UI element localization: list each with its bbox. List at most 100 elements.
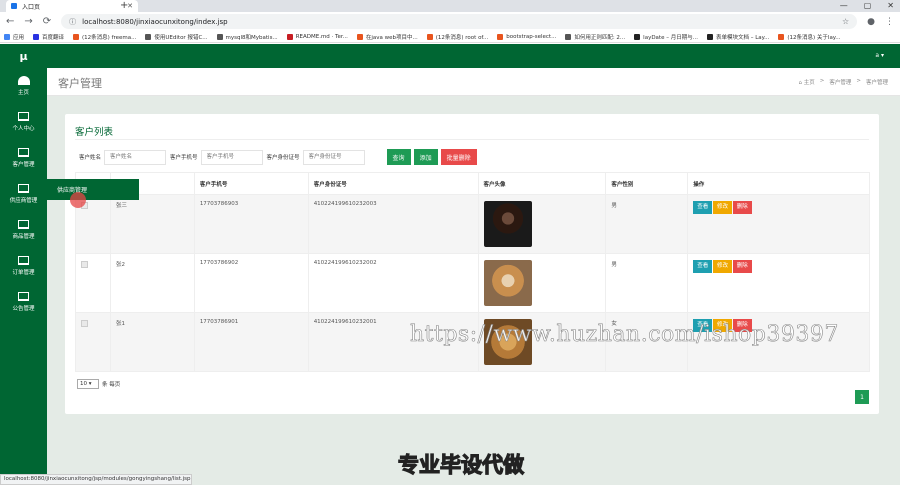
sidebar-item-label: 订单管理 xyxy=(12,270,35,276)
monitor-icon xyxy=(18,148,29,157)
site-info-icon[interactable]: ⓘ xyxy=(69,17,76,27)
column-header[interactable]: 客户身份证号 xyxy=(307,172,479,195)
dashboard-icon xyxy=(17,76,30,85)
user-menu[interactable]: a ▾ xyxy=(875,52,884,59)
column-header: 操作 xyxy=(687,172,870,195)
divider xyxy=(75,139,869,140)
customer-gender-cell: 男 xyxy=(605,194,689,254)
browser-menu-icon[interactable]: ⋮ xyxy=(885,17,894,27)
bookmark-favicon-icon xyxy=(286,33,293,40)
sidebar-item-products[interactable]: 商品管理 xyxy=(0,212,47,248)
bookmark-favicon-icon xyxy=(73,33,80,40)
bookmark-item[interactable]: 百度翻译 xyxy=(33,33,64,41)
view-button[interactable]: 查看 xyxy=(693,260,713,273)
add-button[interactable]: 添加 xyxy=(413,149,438,165)
delete-button[interactable]: 删除 xyxy=(732,260,752,273)
bookmark-item[interactable]: (12条消息) freema... xyxy=(73,33,136,41)
page-size-suffix: 条 每页 xyxy=(102,382,121,388)
bookmark-item[interactable]: (12条消息) 关于lay... xyxy=(778,33,841,41)
row-checkbox[interactable] xyxy=(81,261,88,268)
view-button[interactable]: 查看 xyxy=(693,201,713,214)
customer-phone-input[interactable] xyxy=(200,149,263,165)
bookmark-item[interactable]: 表单模块文档 – Lay... xyxy=(706,33,769,41)
sidebar-item-label: 供应商管理 xyxy=(9,198,38,204)
monitor-icon xyxy=(18,256,29,265)
page-size-select[interactable]: 10 ▾ xyxy=(77,379,99,389)
bookmark-star-icon[interactable]: ☆ xyxy=(842,17,849,26)
breadcrumb-home[interactable]: ⌂ 主页 xyxy=(799,78,815,86)
column-header[interactable]: 客户性别 xyxy=(605,172,689,195)
customer-list-card: 客户列表 客户姓名 客户手机号 客户身份证号 查询 添加 批量删除 客户姓名 客… xyxy=(65,114,879,414)
window-controls: — ▢ ✕ xyxy=(840,0,894,12)
sidebar-flyout-suppliers[interactable]: 供应商管理 xyxy=(47,179,139,200)
avatar xyxy=(483,201,532,247)
bookmark-favicon-icon xyxy=(634,33,641,40)
table-row[interactable]: 张2 17703786902 410224199610232002 男 查看 修… xyxy=(75,253,870,313)
search-button[interactable]: 查询 xyxy=(386,149,411,165)
maximize-button[interactable]: ▢ xyxy=(864,0,872,12)
overlay-caption: 专业毕设代做 xyxy=(397,452,524,477)
customer-name-cell: 张三 xyxy=(109,194,195,254)
column-header[interactable]: 客户手机号 xyxy=(193,172,309,195)
sidebar-item-label: 商品管理 xyxy=(12,234,35,240)
row-checkbox[interactable] xyxy=(81,320,88,327)
url-field[interactable]: ⓘ localhost:8080/jinxiaocunxitong/index.… xyxy=(61,14,858,29)
monitor-icon xyxy=(18,292,29,301)
app-logo[interactable]: μ xyxy=(0,44,47,68)
batch-delete-button[interactable]: 批量删除 xyxy=(440,149,477,165)
bookmark-item[interactable]: 应用 xyxy=(4,33,24,41)
customer-gender-cell: 男 xyxy=(605,253,689,313)
customer-id-card-cell: 410224199610232003 xyxy=(307,194,479,254)
forward-button[interactable]: → xyxy=(24,16,32,27)
breadcrumb-item[interactable]: 客户管理 xyxy=(829,78,851,86)
delete-button[interactable]: 删除 xyxy=(732,201,752,214)
bookmark-item[interactable]: README.md · Ter... xyxy=(286,33,348,40)
reload-button[interactable]: ⟳ xyxy=(43,16,51,27)
customer-phone-cell: 17703786903 xyxy=(193,194,309,254)
minimize-button[interactable]: — xyxy=(840,0,848,12)
search-form: 客户姓名 客户手机号 客户身份证号 查询 添加 批量删除 xyxy=(79,149,480,165)
bookmark-item[interactable]: layDate – 月日期与... xyxy=(634,33,698,41)
bookmark-item[interactable]: 如何用正则匹配: 2... xyxy=(565,33,625,41)
bookmark-item[interactable]: 在java web项目中... xyxy=(356,33,418,41)
sidebar-item-orders[interactable]: 订单管理 xyxy=(0,248,47,284)
pagination-page-1[interactable]: 1 xyxy=(855,390,869,404)
profile-icon[interactable]: ● xyxy=(867,17,875,27)
bookmarks-bar: 应用 百度翻译 (12条消息) freema... 使用UEditor 报错C.… xyxy=(0,31,900,43)
mouse-cursor-highlight xyxy=(70,192,86,208)
back-button[interactable]: ← xyxy=(6,16,14,27)
customer-id-card-input[interactable] xyxy=(302,149,365,165)
table-row[interactable]: 张三 17703786903 410224199610232003 男 查看 修… xyxy=(75,194,870,254)
bookmark-item[interactable]: 使用UEditor 报错C... xyxy=(145,33,208,41)
top-navbar: a ▾ xyxy=(47,44,900,68)
watermark-text: https://www.huzhan.com/ishop39397 xyxy=(410,322,839,348)
close-window-button[interactable]: ✕ xyxy=(887,0,894,12)
breadcrumb-separator: > xyxy=(819,78,825,84)
breadcrumb-separator: > xyxy=(856,78,861,84)
avatar xyxy=(483,260,532,306)
bookmark-favicon-icon xyxy=(356,33,363,40)
card-title: 客户列表 xyxy=(75,127,114,138)
sidebar-item-suppliers[interactable]: 供应商管理 xyxy=(0,176,47,212)
edit-button[interactable]: 修改 xyxy=(713,260,733,273)
sidebar-item-home[interactable]: 主页 xyxy=(0,68,47,104)
sidebar-item-announcements[interactable]: 公告管理 xyxy=(0,284,47,320)
new-tab-button[interactable]: + xyxy=(120,0,128,12)
edit-button[interactable]: 修改 xyxy=(713,201,733,214)
address-bar-row: ← → ⟳ ⓘ localhost:8080/jinxiaocunxitong/… xyxy=(0,12,900,31)
customer-avatar-cell xyxy=(477,253,607,313)
bookmark-item[interactable]: mysql8和Mybatis... xyxy=(216,33,278,41)
actions-cell: 查看 修改 删除 xyxy=(687,194,870,254)
tab-favicon-icon xyxy=(11,3,17,9)
customer-name-input[interactable] xyxy=(104,149,167,165)
column-header: 客户头像 xyxy=(477,172,607,195)
bookmark-item[interactable]: (12条消息) root of... xyxy=(426,33,488,41)
sidebar-item-customers[interactable]: 客户管理 xyxy=(0,140,47,176)
bookmark-favicon-icon xyxy=(497,33,504,40)
bookmark-item[interactable]: bootstrap-select... xyxy=(497,33,556,40)
breadcrumb: ⌂ 主页 > 客户管理 > 客户管理 xyxy=(799,78,889,86)
sidebar-item-profile[interactable]: 个人中心 xyxy=(0,104,47,140)
browser-tab[interactable]: 入口页 ✕ xyxy=(6,0,138,12)
bookmark-favicon-icon xyxy=(145,33,152,40)
browser-status-url: localhost:8080/jinxiaocunxitong/jsp/modu… xyxy=(0,474,192,485)
